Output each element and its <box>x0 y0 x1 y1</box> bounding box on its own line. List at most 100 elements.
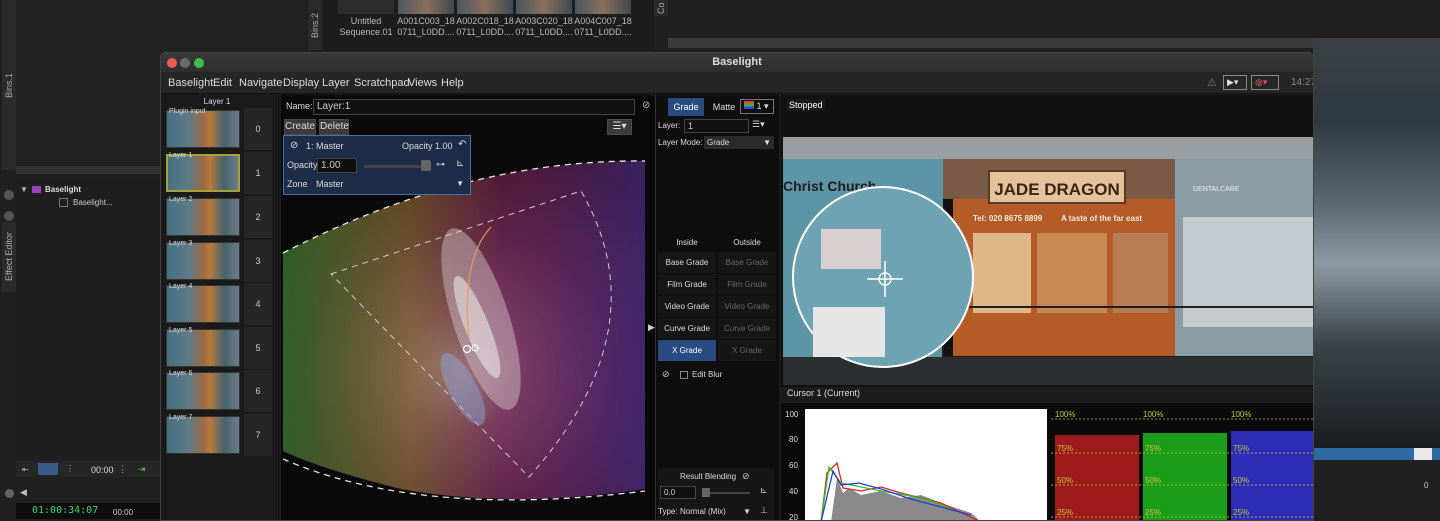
color-space-plot[interactable] <box>281 139 655 521</box>
warning-icon[interactable]: ⚠ <box>1207 76 1217 89</box>
blend-slider-track[interactable] <box>710 492 750 494</box>
opacity-input[interactable]: 1.00 <box>317 158 357 173</box>
inside-x-grade[interactable]: X Grade <box>658 340 716 361</box>
right-zero-label: 0 <box>1424 481 1429 490</box>
inside-video-grade[interactable]: Video Grade <box>658 296 716 317</box>
clip-thumb[interactable] <box>575 0 631 14</box>
layer-row-6[interactable]: Layer 6 6 <box>164 370 276 412</box>
blend-slider-thumb[interactable] <box>702 488 710 497</box>
viewer-image[interactable]: Christ Church JADE DRAGON Tel: 020 8675 … <box>783 137 1314 385</box>
marker-icon[interactable]: ⋮ <box>118 464 127 475</box>
tree-root-label[interactable]: Baselight <box>45 185 81 194</box>
delete-button[interactable]: Delete <box>319 119 349 135</box>
sky-strip <box>783 137 1313 159</box>
time-small: 00:00 <box>91 465 114 475</box>
layer-number: 4 <box>244 283 272 325</box>
clip-thumb[interactable] <box>338 0 394 14</box>
tree-child-checkbox[interactable] <box>59 198 68 207</box>
menu-baselight[interactable]: Baselight <box>168 77 213 89</box>
track-mode-button[interactable] <box>38 463 58 475</box>
menu-scratchpad[interactable]: Scratchpad <box>354 77 410 89</box>
layer-row-3[interactable]: Layer 3 3 <box>164 240 276 282</box>
grade-options-button[interactable]: ☰▾ <box>752 119 774 133</box>
marker-icon[interactable]: ⇥ <box>138 464 146 475</box>
editor-options-button[interactable]: ☰▾ <box>607 119 632 135</box>
outside-base-grade[interactable]: Base Grade <box>718 252 776 273</box>
blend-type-select[interactable]: Normal (Mix) ▼ <box>680 505 754 518</box>
menu-help[interactable]: Help <box>441 77 464 89</box>
outside-video-grade[interactable]: Video Grade <box>718 296 776 317</box>
image-viewer[interactable]: Stopped Christ Church JADE DRAGON Tel: 0… <box>781 95 1314 398</box>
menu-layer[interactable]: Layer <box>322 77 350 89</box>
tab-grade[interactable]: Grade <box>668 98 704 116</box>
tree-expand-icon[interactable]: ▼ <box>20 185 28 194</box>
grade-layer-field[interactable]: 1 <box>684 119 749 133</box>
shape-editor-panel: Name: Layer:1 ⊘ Create Delete ☰▾ ⊘ 1: Ma… <box>281 95 655 521</box>
menu-edit[interactable]: Edit <box>213 77 232 89</box>
blend-value-field[interactable]: 0.0 <box>660 486 696 499</box>
edit-blur-checkbox[interactable] <box>680 371 688 379</box>
blending-disable-icon[interactable]: ⊘ <box>742 471 750 482</box>
opacity-slider-thumb[interactable] <box>421 160 431 171</box>
outside-x-grade[interactable]: X Grade <box>718 340 776 361</box>
layer-row-7[interactable]: Layer 7 7 <box>164 414 276 456</box>
close-window-button[interactable] <box>167 58 177 68</box>
menu-navigate[interactable]: Navigate <box>239 77 282 89</box>
layer-color-selector[interactable]: 1 ▾ <box>740 99 774 114</box>
play-icon[interactable] <box>5 489 14 498</box>
layer-row-4[interactable]: Layer 4 4 <box>164 283 276 325</box>
bins2-tab[interactable]: Bins.2 <box>308 0 322 50</box>
undo-icon[interactable]: ↶ <box>458 139 466 150</box>
master-disable-icon[interactable]: ⊘ <box>290 140 298 151</box>
opacity-slider-track[interactable] <box>364 165 424 168</box>
panel-close-icon[interactable] <box>4 190 14 200</box>
track-toggle-icon[interactable]: ⇤ <box>22 465 29 474</box>
key-icon[interactable]: ⊶ <box>436 159 445 170</box>
clip-thumb[interactable] <box>398 0 454 14</box>
panel-close-icon[interactable] <box>4 211 14 221</box>
layer-mode-select[interactable]: Grade ▼ <box>704 136 774 149</box>
master-shape-panel[interactable]: ⊘ 1: Master Opacity 1.00 ↶ Opacity 1.00 … <box>283 135 471 195</box>
layer-row-2[interactable]: Layer 2 2 <box>164 196 276 238</box>
layer-name-field[interactable]: Layer:1 <box>313 99 635 115</box>
color-view-button[interactable]: ◍▾ <box>1251 75 1279 90</box>
zoom-window-button[interactable] <box>194 58 204 68</box>
grade-layer-label: Layer: <box>658 121 681 130</box>
blur-disable-icon[interactable]: ⊘ <box>662 369 670 380</box>
layer-row-5[interactable]: Layer 5 5 <box>164 327 276 369</box>
playback-mode-button[interactable]: ▶▾ <box>1223 75 1247 90</box>
tree-child-label[interactable]: Baselight... <box>73 198 113 207</box>
effect-editor-tab[interactable]: Effect Editor <box>2 222 16 292</box>
layer-row-0[interactable]: Plugin input 0 <box>164 108 276 150</box>
reset-name-icon[interactable]: ⊘ <box>642 100 650 111</box>
chevron-down-icon: ▼ <box>743 507 751 516</box>
minimize-window-button[interactable] <box>180 58 190 68</box>
layer-thumbnail <box>166 416 240 454</box>
layer-number: 2 <box>244 196 272 238</box>
inside-header: Inside <box>676 238 698 247</box>
tab-matte[interactable]: Matte <box>708 98 740 116</box>
inside-curve-grade[interactable]: Curve Grade <box>658 318 716 339</box>
curve-icon[interactable]: ⊾ <box>456 158 464 169</box>
layer-thumbnail <box>166 242 240 280</box>
right-panel-tab[interactable]: Co <box>654 0 668 16</box>
zone-select[interactable]: Master ▼ <box>316 177 466 191</box>
menu-views[interactable]: Views <box>408 77 437 89</box>
panel-expand-icon[interactable]: ▶ <box>648 322 655 333</box>
menu-display[interactable]: Display <box>283 77 319 89</box>
hierarchy-icon[interactable]: ⊥ <box>760 505 768 516</box>
outside-curve-grade[interactable]: Curve Grade <box>718 318 776 339</box>
inside-film-grade[interactable]: Film Grade <box>658 274 716 295</box>
bins1-tab[interactable]: Bins.1 <box>2 0 16 170</box>
parade-label: 25% <box>1233 508 1249 517</box>
inside-base-grade[interactable]: Base Grade <box>658 252 716 273</box>
outside-film-grade[interactable]: Film Grade <box>718 274 776 295</box>
layer-row-1[interactable]: Layer 1 1 <box>164 152 276 194</box>
layer-name: Layer 2 <box>169 196 193 203</box>
create-button[interactable]: Create <box>284 119 316 135</box>
clip-thumb[interactable] <box>457 0 513 14</box>
track-mode-icon[interactable]: ⋮ <box>66 464 74 473</box>
blend-curve-icon[interactable]: ⊾ <box>760 485 768 496</box>
volume-icon[interactable]: ◀ <box>20 487 27 498</box>
clip-thumb[interactable] <box>516 0 572 14</box>
